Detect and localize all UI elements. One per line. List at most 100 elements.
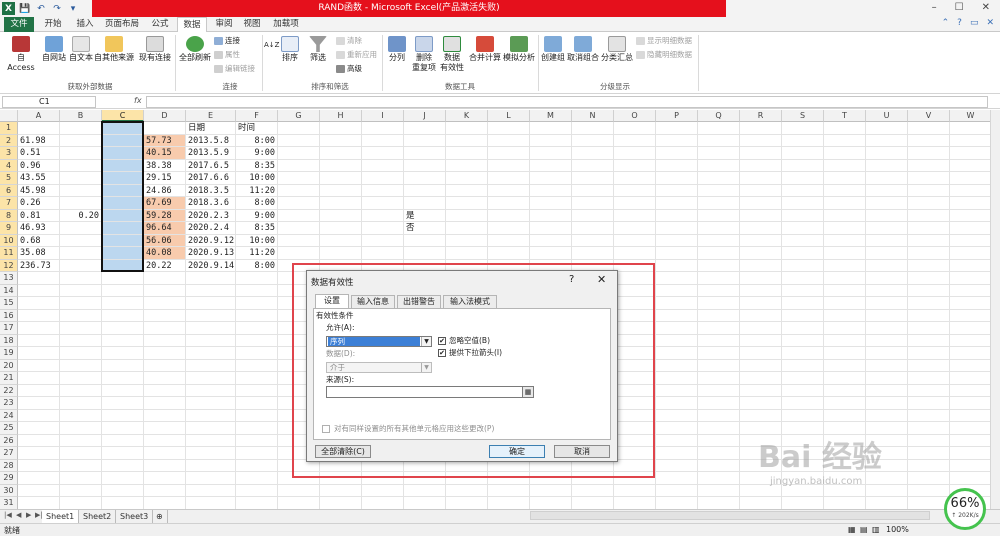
data-select[interactable]: 介于 ▼ (326, 362, 432, 373)
formula-input[interactable] (146, 96, 988, 108)
column-header-e[interactable]: E (186, 110, 236, 122)
cell-a8[interactable]: 0.81 (20, 211, 57, 222)
row-header-27[interactable]: 27 (0, 447, 18, 460)
cell-f5[interactable]: 10:00 (238, 173, 275, 184)
tab-addins[interactable]: 加载项 (268, 17, 304, 32)
data-validation-button[interactable]: 数据 有效性 (438, 36, 466, 73)
cell-d7[interactable]: 67.69 (146, 198, 183, 209)
cell-f7[interactable]: 8:00 (238, 198, 275, 209)
tab-page-layout[interactable]: 页面布局 (102, 17, 142, 32)
cell-j9[interactable]: 否 (406, 223, 443, 234)
row-header-28[interactable]: 28 (0, 459, 18, 472)
column-header-s[interactable]: S (782, 110, 824, 122)
tab-review[interactable]: 审阅 (209, 17, 239, 32)
remove-duplicates-button[interactable]: 删除 重复项 (410, 36, 438, 73)
cell-d8[interactable]: 59.28 (146, 211, 183, 222)
source-input[interactable] (326, 386, 528, 398)
sheet-tab-1[interactable]: Sheet1 (42, 510, 80, 523)
advanced-filter-button[interactable]: 高级 (336, 64, 362, 74)
page-layout-view-icon[interactable]: ▤ (860, 525, 868, 534)
name-box[interactable]: C1 (2, 96, 96, 108)
row-header-6[interactable]: 6 (0, 184, 18, 197)
from-text-button[interactable]: 自文本 (68, 36, 94, 63)
cell-d10[interactable]: 56.06 (146, 236, 183, 247)
cell-e10[interactable]: 2020.9.12 (188, 236, 234, 247)
undo-icon[interactable]: ↶ (35, 3, 47, 15)
tab-formulas[interactable]: 公式 (145, 17, 175, 32)
row-header-30[interactable]: 30 (0, 484, 18, 497)
insert-function-icon[interactable]: fx (134, 96, 142, 105)
row-header-10[interactable]: 10 (0, 234, 18, 247)
zoom-level[interactable]: 100% (886, 525, 909, 534)
column-header-p[interactable]: P (656, 110, 698, 122)
cell-d4[interactable]: 38.38 (146, 161, 183, 172)
first-sheet-icon[interactable]: |◀ (4, 511, 12, 519)
cell-j8[interactable]: 是 (406, 211, 443, 222)
cell-a10[interactable]: 0.68 (20, 236, 57, 247)
row-header-26[interactable]: 26 (0, 434, 18, 447)
ok-button[interactable]: 确定 (489, 445, 545, 458)
cell-e11[interactable]: 2020.9.13 (188, 248, 234, 259)
vertical-scrollbar[interactable] (990, 110, 1000, 509)
column-header-h[interactable]: H (320, 110, 362, 122)
row-header-21[interactable]: 21 (0, 372, 18, 385)
column-header-u[interactable]: U (866, 110, 908, 122)
normal-view-icon[interactable]: ▦ (848, 525, 856, 534)
dialog-help-icon[interactable]: ? (569, 274, 574, 285)
cell-e12[interactable]: 2020.9.14 (188, 261, 234, 272)
row-header-5[interactable]: 5 (0, 172, 18, 185)
row-header-31[interactable]: 31 (0, 497, 18, 509)
cell-e8[interactable]: 2020.2.3 (188, 211, 233, 222)
column-header-q[interactable]: Q (698, 110, 740, 122)
group-button[interactable]: 创建组 (540, 36, 566, 63)
network-speed-badge[interactable]: 66% ↑ 202K/s (944, 488, 986, 530)
refresh-all-button[interactable]: 全部刷新 (178, 36, 212, 63)
cell-e1[interactable]: 日期 (188, 123, 233, 134)
cell-f8[interactable]: 9:00 (238, 211, 275, 222)
redo-icon[interactable]: ↷ (51, 3, 63, 15)
row-header-8[interactable]: 8 (0, 209, 18, 222)
cell-d6[interactable]: 24.86 (146, 186, 183, 197)
page-break-view-icon[interactable]: ▥ (872, 525, 880, 534)
row-header-11[interactable]: 11 (0, 247, 18, 260)
apply-all-checkbox[interactable] (322, 425, 330, 433)
dialog-tab-error-alert[interactable]: 出错警告 (397, 295, 441, 308)
cell-a7[interactable]: 0.26 (20, 198, 57, 209)
column-header-t[interactable]: T (824, 110, 866, 122)
row-header-4[interactable]: 4 (0, 159, 18, 172)
from-access-button[interactable]: 自 Access (3, 36, 39, 73)
row-header-23[interactable]: 23 (0, 397, 18, 410)
cell-f4[interactable]: 8:35 (238, 161, 275, 172)
dialog-tab-settings[interactable]: 设置 (315, 294, 349, 309)
allow-select[interactable]: 序列 ▼ (326, 336, 432, 347)
row-header-14[interactable]: 14 (0, 284, 18, 297)
row-header-1[interactable]: 1 (0, 122, 18, 135)
sheet-tab-3[interactable]: Sheet3 (116, 510, 154, 523)
close-window-icon[interactable]: ✕ (982, 2, 990, 13)
column-header-d[interactable]: D (144, 110, 186, 122)
column-header-a[interactable]: A (18, 110, 60, 122)
customize-qat-icon[interactable]: ▾ (67, 3, 79, 15)
row-header-7[interactable]: 7 (0, 197, 18, 210)
minimize-icon[interactable]: – (932, 2, 937, 13)
cell-f3[interactable]: 9:00 (238, 148, 275, 159)
cell-e9[interactable]: 2020.2.4 (188, 223, 233, 234)
row-header-9[interactable]: 9 (0, 222, 18, 235)
column-header-r[interactable]: R (740, 110, 782, 122)
cell-e2[interactable]: 2013.5.8 (188, 136, 233, 147)
sort-button[interactable]: 排序 (278, 36, 302, 63)
properties-button[interactable]: 属性 (214, 50, 240, 60)
clear-filter-button[interactable]: 清除 (336, 36, 362, 46)
dropdown-arrow-checkbox[interactable]: ✔ (438, 349, 446, 357)
column-header-j[interactable]: J (404, 110, 446, 122)
row-header-20[interactable]: 20 (0, 359, 18, 372)
cell-a2[interactable]: 61.98 (20, 136, 57, 147)
cell-f6[interactable]: 11:20 (238, 186, 275, 197)
cell-f12[interactable]: 8:00 (238, 261, 275, 272)
help-icon[interactable]: ? (957, 18, 962, 28)
tab-data[interactable]: 数据 (177, 17, 207, 33)
row-header-17[interactable]: 17 (0, 322, 18, 335)
sheet-tab-2[interactable]: Sheet2 (79, 510, 117, 523)
row-header-12[interactable]: 12 (0, 259, 18, 272)
row-header-25[interactable]: 25 (0, 422, 18, 435)
